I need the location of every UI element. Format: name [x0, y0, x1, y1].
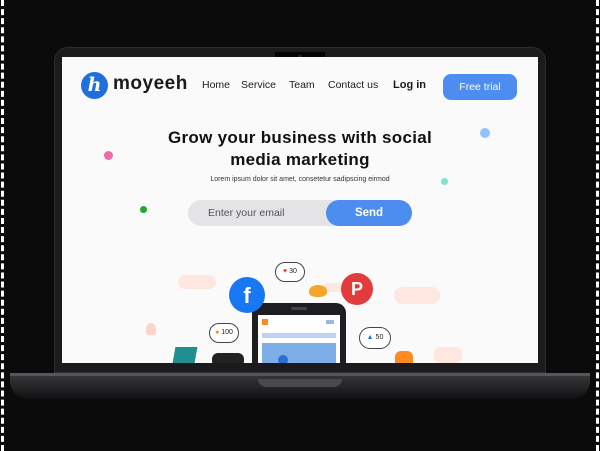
- thumbs-bubble: ▲ 50: [359, 327, 391, 349]
- cloud-left: [178, 275, 216, 289]
- bird-icon: [309, 285, 327, 297]
- megaphone-icon: [172, 347, 198, 363]
- hero-title-line2: media marketing: [230, 150, 370, 169]
- nav-contact[interactable]: Contact us: [328, 79, 378, 91]
- hero-subtitle: Lorem ipsum dolor sit amet, consetetur s…: [210, 176, 390, 183]
- left-dashed-border: [1, 0, 4, 451]
- hero-title: Grow your business with social media mar…: [122, 127, 478, 171]
- facebook-icon: f: [229, 277, 265, 313]
- like-bubble: ♥ 30: [275, 262, 305, 282]
- like-count: 30: [289, 268, 297, 275]
- phone-post-avatar: [278, 355, 288, 363]
- decor-dot-teal: [441, 178, 448, 185]
- user-icon: ●: [215, 329, 220, 336]
- heart-icon: ♥: [283, 268, 288, 275]
- decor-dot-green: [140, 206, 147, 213]
- follower-bubble: ● 100: [209, 323, 239, 343]
- phone-menu-icon: [326, 320, 334, 324]
- phone-screen: [258, 315, 340, 363]
- decor-dot-blue: [480, 128, 490, 138]
- laptop-opening-lip: [258, 379, 342, 387]
- nav-home[interactable]: Home: [202, 79, 230, 91]
- nav-team[interactable]: Team: [289, 79, 315, 91]
- phone-app-icon: [262, 319, 268, 325]
- free-trial-button[interactable]: Free trial: [443, 74, 517, 100]
- hero-title-line1: Grow your business with social: [167, 128, 433, 147]
- thumbs-count: 50: [375, 334, 384, 341]
- person-icon: [146, 323, 156, 335]
- phone-post-line: [262, 333, 336, 338]
- brand-name[interactable]: moyeeh: [113, 73, 188, 95]
- follower-count: 100: [221, 329, 233, 336]
- nav-service[interactable]: Service: [241, 79, 276, 91]
- thumbs-up-icon: ▲: [366, 334, 374, 341]
- cloud-bottom: [434, 347, 462, 363]
- hand-illustration: [212, 353, 244, 363]
- send-button[interactable]: Send: [326, 200, 412, 226]
- laptop-screen: h moyeeh Home Service Team Contact us Lo…: [62, 57, 538, 363]
- pinterest-icon: P: [341, 273, 373, 305]
- cloud-right: [394, 287, 440, 304]
- login-link[interactable]: Log in: [393, 79, 426, 91]
- right-dashed-border: [596, 0, 599, 451]
- decor-dot-pink: [104, 151, 113, 160]
- instagram-icon: [395, 351, 413, 363]
- logo-icon[interactable]: h: [81, 72, 108, 99]
- phone-speaker: [291, 307, 307, 310]
- phone-post-image: [262, 343, 336, 363]
- laptop-base-highlight: [10, 373, 590, 376]
- email-input[interactable]: [188, 200, 328, 226]
